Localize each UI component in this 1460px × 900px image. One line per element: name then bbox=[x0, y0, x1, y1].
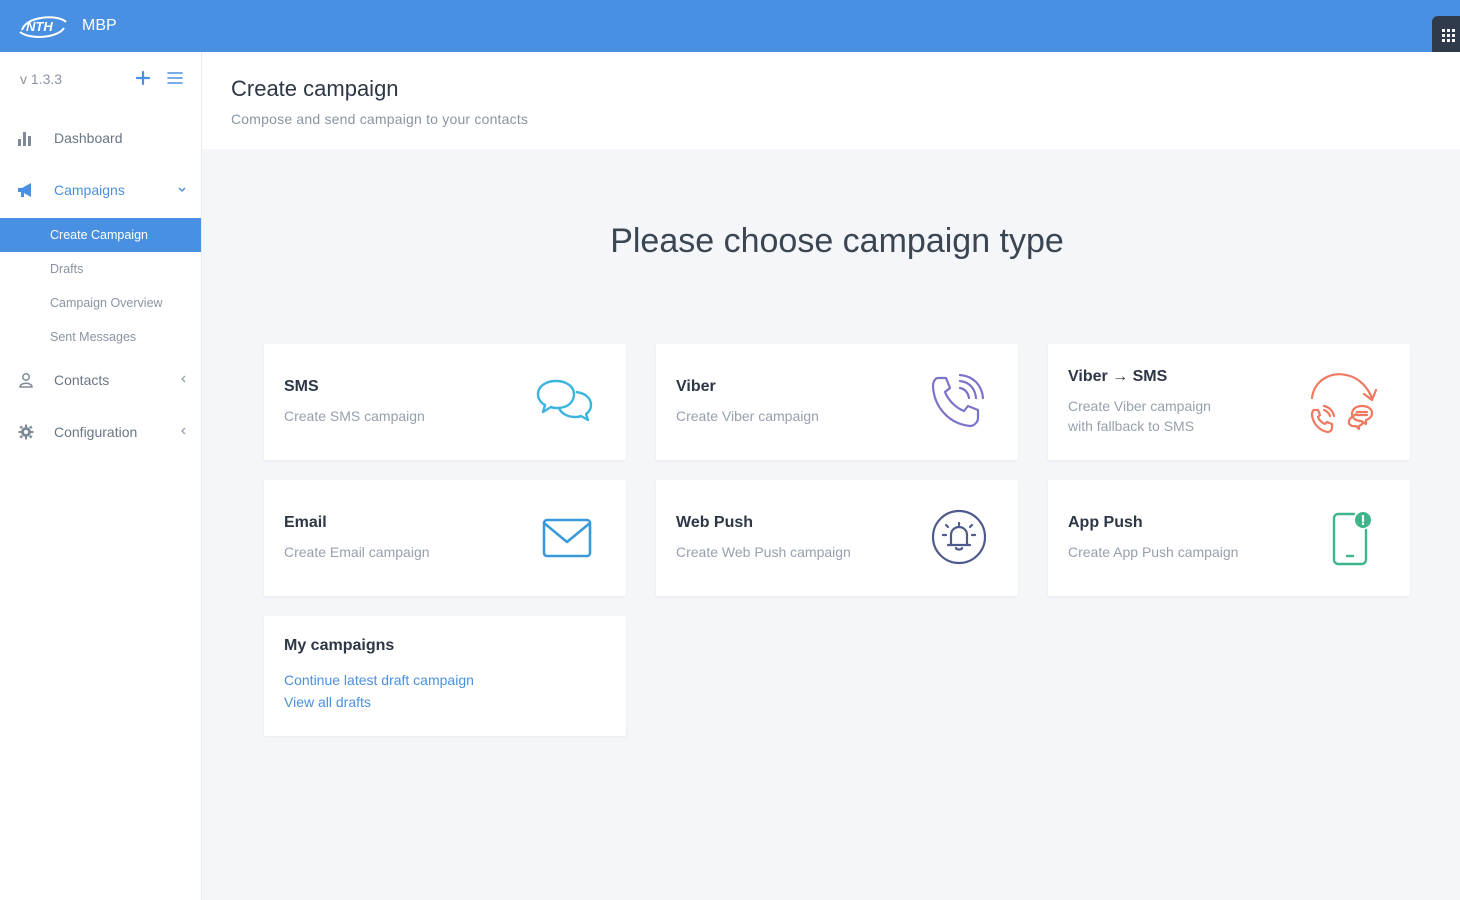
sidebar-subitem-create-campaign[interactable]: Create Campaign bbox=[0, 218, 201, 252]
card-desc: Create SMS campaign bbox=[284, 408, 425, 424]
sidebar: v 1.3.3 Dashboard Campaigns Create Campa… bbox=[0, 52, 202, 900]
apps-grid-icon bbox=[1442, 29, 1455, 42]
sidebar-header: v 1.3.3 bbox=[0, 52, 201, 106]
sidebar-item-contacts[interactable]: Contacts bbox=[0, 354, 201, 406]
phone-waves-icon bbox=[931, 374, 985, 428]
chevron-left-icon bbox=[179, 373, 187, 387]
card-my-campaigns: My campaigns Continue latest draft campa… bbox=[264, 616, 626, 736]
card-title: My campaigns bbox=[284, 637, 395, 654]
chevron-down-icon bbox=[177, 183, 187, 197]
sidebar-item-configuration[interactable]: Configuration bbox=[0, 406, 201, 458]
page-subtitle: Compose and send campaign to your contac… bbox=[231, 111, 529, 127]
card-desc: Create App Push campaign bbox=[1068, 544, 1239, 560]
apps-grid-button[interactable] bbox=[1432, 16, 1460, 56]
card-desc: Create Web Push campaign bbox=[676, 544, 851, 560]
mobile-notification-icon bbox=[1332, 512, 1371, 566]
choose-campaign-heading: Please choose campaign type bbox=[610, 222, 1064, 260]
card-desc-line2: with fallback to SMS bbox=[1068, 418, 1195, 434]
brand-name: MBP bbox=[82, 17, 117, 34]
card-viber-sms[interactable]: Viber → SMS Create Viber campaign with f… bbox=[1048, 344, 1410, 460]
continue-draft-link[interactable]: Continue latest draft campaign bbox=[284, 672, 474, 688]
envelope-icon bbox=[542, 518, 592, 558]
page-header: Create campaign Compose and send campaig… bbox=[202, 52, 1460, 149]
menu-toggle-button[interactable] bbox=[166, 69, 184, 87]
gear-icon bbox=[16, 422, 36, 442]
nth-logo[interactable]: NTH bbox=[18, 12, 68, 40]
card-sms[interactable]: SMS Create SMS campaign bbox=[264, 344, 626, 460]
card-app-push[interactable]: App Push Create App Push campaign bbox=[1048, 480, 1410, 596]
chat-bubbles-icon bbox=[536, 379, 593, 422]
card-viber[interactable]: Viber Create Viber campaign bbox=[656, 344, 1018, 460]
svg-text:NTH: NTH bbox=[26, 19, 53, 34]
plus-icon bbox=[135, 70, 151, 86]
card-web-push[interactable]: Web Push Create Web Push campaign bbox=[656, 480, 1018, 596]
app-version: v 1.3.3 bbox=[20, 71, 63, 87]
sidebar-item-campaigns[interactable]: Campaigns bbox=[0, 164, 201, 216]
card-desc-line1: Create Viber campaign bbox=[1068, 398, 1211, 414]
card-title: Viber → SMS bbox=[1068, 368, 1168, 385]
page-title: Create campaign bbox=[231, 76, 399, 101]
view-all-drafts-link[interactable]: View all drafts bbox=[284, 694, 474, 710]
sidebar-item-label: Configuration bbox=[54, 424, 138, 440]
sidebar-subitem-drafts[interactable]: Drafts bbox=[0, 252, 201, 286]
sidebar-subitem-sent-messages[interactable]: Sent Messages bbox=[0, 320, 201, 354]
card-email[interactable]: Email Create Email campaign bbox=[264, 480, 626, 596]
sidebar-item-label: Dashboard bbox=[54, 130, 123, 146]
card-desc: Create Viber campaign bbox=[676, 408, 819, 424]
card-title: Web Push bbox=[676, 514, 754, 531]
user-icon bbox=[16, 370, 36, 390]
bell-icon bbox=[931, 509, 987, 565]
card-title: Email bbox=[284, 514, 327, 531]
sidebar-subitem-campaign-overview[interactable]: Campaign Overview bbox=[0, 286, 201, 320]
add-button[interactable] bbox=[134, 69, 152, 87]
sidebar-item-label: Campaigns bbox=[54, 182, 125, 198]
hamburger-icon bbox=[167, 72, 183, 84]
chevron-left-icon bbox=[179, 425, 187, 439]
bar-chart-icon bbox=[16, 128, 36, 148]
sidebar-item-label: Contacts bbox=[54, 372, 110, 388]
card-title: SMS bbox=[284, 378, 319, 395]
sidebar-item-dashboard[interactable]: Dashboard bbox=[0, 112, 201, 164]
top-bar: NTH MBP bbox=[0, 0, 1460, 56]
card-title: App Push bbox=[1068, 514, 1143, 531]
fallback-arrow-icon bbox=[1310, 373, 1378, 434]
megaphone-icon bbox=[16, 180, 36, 200]
card-desc: Create Email campaign bbox=[284, 544, 430, 560]
card-title: Viber bbox=[676, 378, 716, 395]
